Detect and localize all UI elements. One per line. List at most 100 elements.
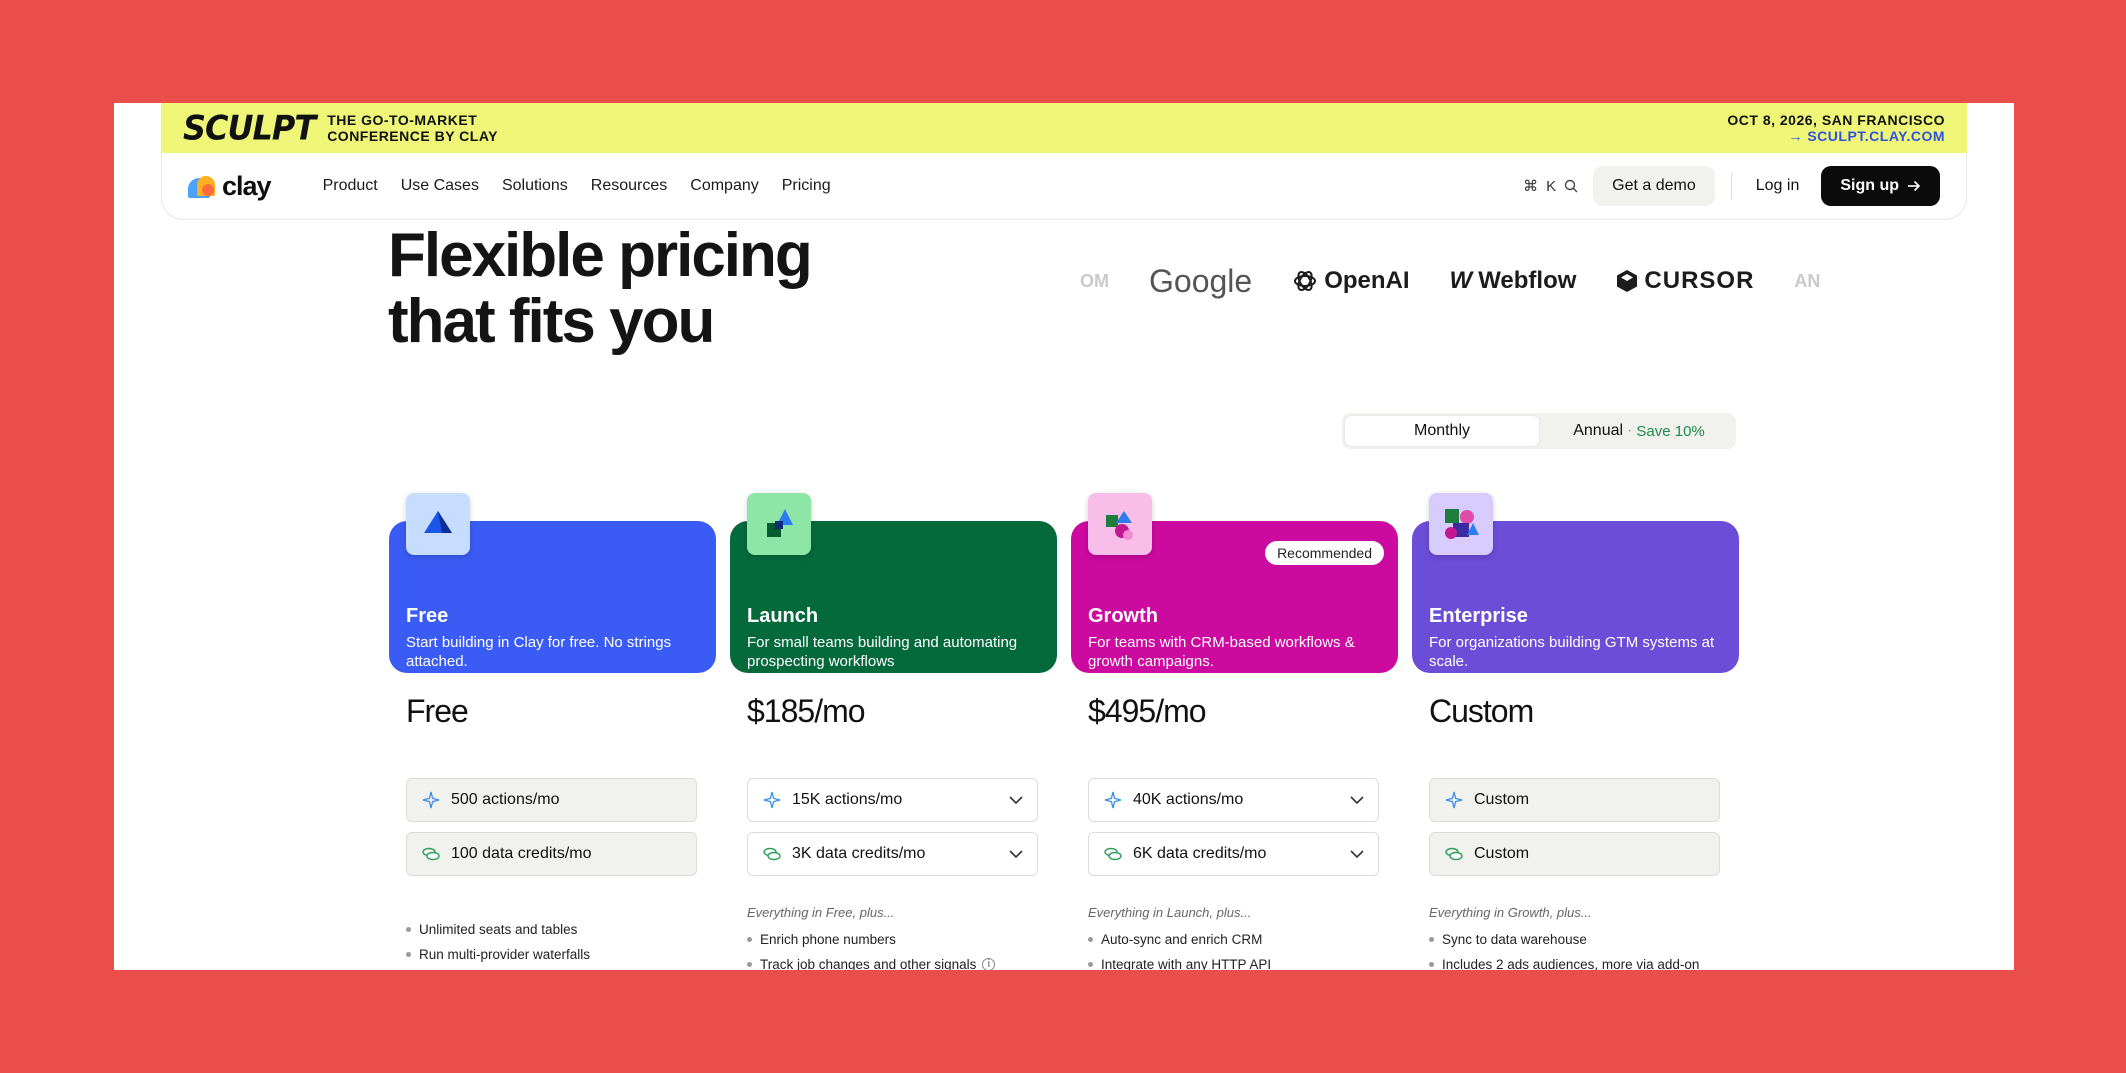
plan-card-free: Free Start building in Clay for free. No… (389, 493, 716, 970)
plan-price: Free (406, 693, 469, 729)
plan-credits-value: Custom (1474, 845, 1530, 862)
plan-feature: Track job changes and other signals i (747, 952, 996, 970)
customer-logo-partial-left: OM (1080, 270, 1109, 291)
page-title-line2: that fits you (388, 287, 715, 356)
command-search-button[interactable]: ⌘ K (1523, 177, 1578, 195)
customer-logo-partial-right: AN (1794, 270, 1821, 291)
nav-link-product[interactable]: Product (323, 177, 378, 195)
plan-card-growth: Recommended Growth For teams with CRM-ba… (1071, 493, 1398, 970)
plan-feature: Sync to data warehouse (1429, 927, 1699, 952)
top-navigation: clay Product Use Cases Solutions Resourc… (161, 153, 1967, 220)
chevron-down-icon (1350, 795, 1364, 805)
plan-description: For teams with CRM-based workflows & gro… (1088, 634, 1355, 670)
banner-event-date: OCT 8, 2026, SAN FRANCISCO (1727, 112, 1945, 128)
plan-actions-value: 15K actions/mo (792, 791, 903, 808)
customer-logo-google: Google (1149, 262, 1253, 299)
coins-icon (762, 846, 782, 862)
clay-logo-icon (188, 174, 218, 198)
browser-viewport: SCULPT THE GO-TO-MARKET CONFERENCE BY CL… (114, 103, 2014, 970)
plan-card-enterprise: Enterprise For organizations building GT… (1412, 493, 1739, 970)
customer-logo-strip: OM Google OpenAI W Webflow CURSOR AN (1080, 253, 1852, 309)
billing-annual-option[interactable]: Annual · Save 10% (1542, 413, 1736, 449)
banner-event-link[interactable]: → SCULPT.CLAY.COM (1727, 128, 1945, 144)
plan-feature: Integrate with any HTTP API (1088, 952, 1271, 970)
webflow-icon: W (1449, 267, 1473, 294)
coins-icon (1103, 846, 1123, 862)
arrow-right-icon (1908, 180, 1921, 192)
info-icon[interactable]: i (982, 958, 996, 970)
billing-annual-separator: · (1627, 422, 1633, 439)
get-a-demo-button[interactable]: Get a demo (1593, 166, 1715, 206)
plan-actions-value: Custom (1474, 791, 1530, 808)
sparkle-icon (1103, 791, 1123, 809)
sparkle-icon (1444, 791, 1464, 809)
nav-link-solutions[interactable]: Solutions (502, 177, 568, 195)
banner-event-info: OCT 8, 2026, SAN FRANCISCO → SCULPT.CLAY… (1727, 112, 1945, 144)
cursor-icon (1617, 270, 1638, 292)
coins-icon (421, 846, 441, 862)
sparkle-icon (421, 791, 441, 809)
plan-price: Custom (1429, 693, 1534, 729)
clay-logo-text: clay (222, 170, 272, 201)
sign-up-label: Sign up (1840, 177, 1899, 194)
plan-actions-field: Custom (1429, 778, 1720, 822)
banner-tagline-line1: THE GO-TO-MARKET (327, 112, 478, 128)
chevron-down-icon (1350, 849, 1364, 859)
plan-credits-dropdown[interactable]: 3K data credits/mo (747, 832, 1038, 876)
billing-period-toggle: Monthly Annual · Save 10% (1342, 413, 1736, 449)
chevron-down-icon (1009, 849, 1023, 859)
plan-feature-list: Enrich phone numbers Track job changes a… (747, 927, 996, 970)
plan-feature-text: Track job changes and other signals (760, 957, 977, 970)
webflow-wordmark: Webflow (1478, 267, 1577, 294)
plan-includes-label: Everything in Launch, plus... (1088, 905, 1252, 920)
shortcut-key-label: K (1546, 177, 1557, 195)
plan-actions-dropdown[interactable]: 40K actions/mo (1088, 778, 1379, 822)
plan-price: $495/mo (1088, 693, 1207, 729)
plan-credits-field: 100 data credits/mo (406, 832, 697, 876)
banner-tagline-line2: CONFERENCE BY CLAY (327, 128, 498, 144)
nav-divider (1730, 173, 1732, 199)
log-in-link[interactable]: Log in (1746, 167, 1810, 205)
nav-link-company[interactable]: Company (690, 177, 758, 195)
plan-credits-value: 3K data credits/mo (792, 845, 926, 862)
plan-includes-label: Everything in Free, plus... (747, 905, 895, 920)
sparkle-icon (762, 791, 782, 809)
plan-name: Enterprise (1429, 605, 1528, 627)
plan-card-launch: Launch For small teams building and auto… (730, 493, 1057, 970)
plan-description: For small teams building and automating … (747, 634, 1018, 670)
sign-up-button[interactable]: Sign up (1821, 166, 1940, 206)
nav-actions: ⌘ K Get a demo Log in Sign up (1523, 166, 1940, 206)
plan-name: Launch (747, 605, 819, 627)
conference-banner[interactable]: SCULPT THE GO-TO-MARKET CONFERENCE BY CL… (161, 103, 1967, 153)
clay-logo[interactable]: clay (188, 170, 272, 202)
plan-free-icon (406, 493, 470, 555)
command-key-icon: ⌘ (1523, 178, 1539, 195)
plan-actions-value: 40K actions/mo (1133, 791, 1244, 808)
nav-link-use-cases[interactable]: Use Cases (401, 177, 479, 195)
plan-name: Free (406, 605, 449, 627)
plan-enterprise-icon (1429, 493, 1493, 555)
chevron-down-icon (1009, 795, 1023, 805)
plan-description: Start building in Clay for free. No stri… (406, 634, 672, 670)
plan-credits-dropdown[interactable]: 6K data credits/mo (1088, 832, 1379, 876)
openai-icon (1294, 270, 1317, 292)
nav-links: Product Use Cases Solutions Resources Co… (323, 177, 831, 195)
plan-launch-icon (747, 493, 811, 555)
nav-link-pricing[interactable]: Pricing (782, 177, 831, 195)
page-title-line1: Flexible pricing (388, 221, 813, 290)
plan-price: $185/mo (747, 693, 866, 729)
nav-link-resources[interactable]: Resources (591, 177, 667, 195)
billing-annual-save: Save 10% (1636, 422, 1705, 440)
plan-credits-field: Custom (1429, 832, 1720, 876)
plan-feature-list: Unlimited seats and tables Run multi-pro… (406, 917, 590, 967)
billing-monthly-option[interactable]: Monthly (1344, 415, 1540, 447)
page-title: Flexible pricing that fits you (388, 221, 813, 356)
search-icon (1564, 179, 1578, 193)
plan-actions-dropdown[interactable]: 15K actions/mo (747, 778, 1038, 822)
cursor-wordmark: CURSOR (1644, 267, 1755, 294)
customer-logo-openai: OpenAI (1292, 267, 1410, 295)
plan-actions-field: 500 actions/mo (406, 778, 697, 822)
billing-annual-label: Annual (1573, 422, 1624, 439)
banner-tagline: THE GO-TO-MARKET CONFERENCE BY CLAY (327, 112, 498, 144)
plan-feature-list: Auto-sync and enrich CRM Integrate with … (1088, 927, 1271, 970)
